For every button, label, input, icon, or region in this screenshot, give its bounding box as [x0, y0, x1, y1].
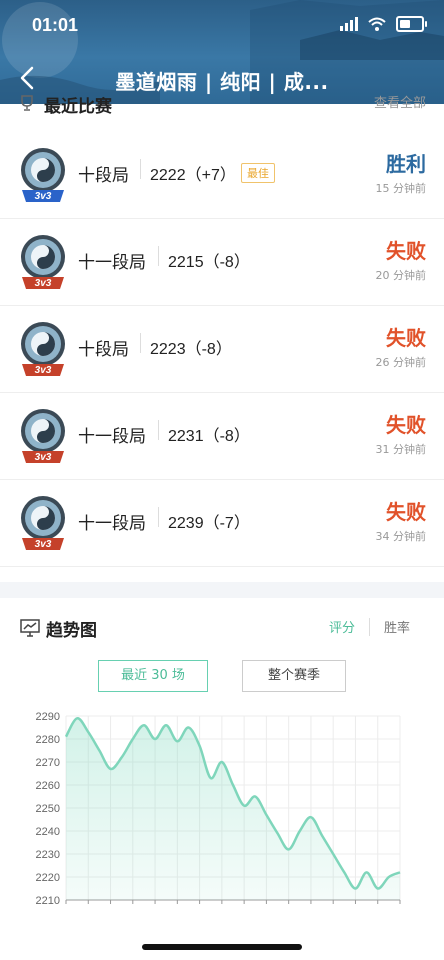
match-tier: 十一段局: [78, 427, 146, 447]
trend-tabs: 评分 胜率: [315, 617, 424, 636]
match-result: 失败: [386, 326, 426, 350]
y-tick-label: 2240: [36, 826, 60, 838]
match-mode-label: 3v3: [34, 365, 52, 376]
row-divider: [140, 159, 141, 179]
match-result: 失败: [386, 413, 426, 437]
y-tick-label: 2270: [36, 757, 60, 769]
match-row[interactable]: 3v3 十一段局 2215（-8） 失败 20 分钟前: [0, 219, 444, 306]
y-tick-label: 2260: [36, 780, 60, 792]
row-divider: [140, 333, 141, 353]
y-tick-label: 2210: [36, 895, 60, 907]
status-icons: [340, 16, 427, 32]
tab-winrate[interactable]: 胜率: [370, 617, 424, 636]
match-score: 2231（-8）: [168, 428, 250, 445]
home-indicator: [142, 944, 302, 950]
row-divider: [158, 507, 159, 527]
rating-trend-chart: 2290 2280 2270 2260 2250 2240 2230 2220 2210: [36, 711, 401, 907]
recent-matches-title: 最近比赛: [44, 97, 112, 117]
range-recent-30-button[interactable]: 最近 30 场: [98, 660, 208, 692]
y-tick-label: 2220: [36, 872, 60, 884]
signal-icon: [340, 17, 358, 31]
tab-rating[interactable]: 评分: [315, 617, 369, 636]
y-tick-label: 2230: [36, 849, 60, 861]
row-divider: [158, 420, 159, 440]
trend-title: 趋势图: [46, 621, 97, 641]
match-tier: 十段局: [78, 340, 129, 360]
match-time-ago: 20 分钟前: [375, 269, 427, 282]
match-score: 2222（+7）: [150, 167, 236, 184]
match-mode-label: 3v3: [34, 278, 52, 289]
match-tier: 十一段局: [78, 253, 146, 273]
match-time-ago: 26 分钟前: [375, 356, 427, 369]
match-result: 胜利: [386, 152, 426, 176]
row-divider: [158, 246, 159, 266]
match-time-ago: 15 分钟前: [375, 182, 427, 195]
match-score: 2239（-7）: [168, 515, 250, 532]
monitor-chart-icon: [20, 619, 40, 637]
battery-icon: [396, 16, 427, 32]
match-row[interactable]: 3v3 十段局 2222（+7） 最佳 胜利 15 分钟前: [0, 132, 444, 219]
match-result: 失败: [386, 239, 426, 263]
view-all-link[interactable]: 查看全部: [374, 92, 426, 111]
app-header: 01:01 墨道烟雨 | 纯阳 | 成...: [0, 0, 444, 104]
match-row[interactable]: 3v3 十一段局 2239（-7） 失败 34 分钟前: [0, 480, 444, 567]
page-title: 墨道烟雨 | 纯阳 | 成...: [115, 70, 329, 94]
match-tier: 十一段局: [78, 514, 146, 534]
y-tick-label: 2290: [36, 711, 60, 723]
status-bar: 01:01: [0, 0, 444, 52]
y-tick-label: 2250: [36, 803, 60, 815]
trend-area-fill: [66, 718, 400, 900]
match-row[interactable]: 3v3 十一段局 2231（-8） 失败 31 分钟前: [0, 393, 444, 480]
match-mode-label: 3v3: [34, 539, 52, 550]
match-tier: 十段局: [78, 166, 129, 186]
match-mode-label: 3v3: [34, 452, 52, 463]
trophy-icon: [21, 95, 33, 111]
match-result: 失败: [386, 500, 426, 524]
section-separator: [0, 582, 444, 598]
best-badge: 最佳: [241, 163, 275, 183]
match-score: 2223（-8）: [150, 341, 232, 358]
status-time: 01:01: [32, 15, 79, 35]
y-tick-label: 2280: [36, 734, 60, 746]
match-mode-label: 3v3: [34, 191, 52, 202]
match-time-ago: 34 分钟前: [375, 530, 427, 543]
range-full-season-button[interactable]: 整个赛季: [242, 660, 346, 692]
match-score: 2215（-8）: [168, 254, 250, 271]
match-time-ago: 31 分钟前: [375, 443, 427, 456]
recent-matches-header: 最近比赛 查看全部: [18, 92, 426, 117]
wifi-icon: [368, 17, 386, 31]
match-row[interactable]: 3v3 十段局 2223（-8） 失败 26 分钟前: [0, 306, 444, 393]
